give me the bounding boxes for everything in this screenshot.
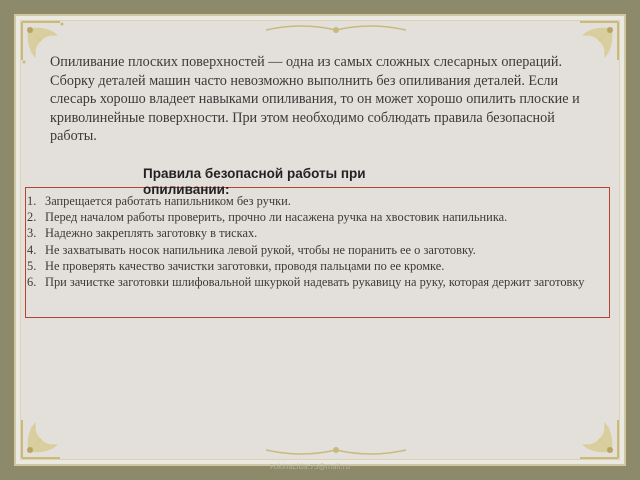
- watermark: FokinaLida.75@mail.ru: [270, 463, 351, 471]
- floral-ornament-icon: [266, 447, 406, 455]
- rule-number: 5.: [27, 258, 37, 273]
- rule-text: Перед началом работы проверить, прочно л…: [45, 210, 508, 225]
- rule-number: 4.: [27, 242, 37, 257]
- intro-line: криволинейные поверхности. При этом необ…: [50, 109, 555, 126]
- rule-text: Надежно закреплять заготовку в тисках.: [45, 226, 258, 241]
- rule-item: 5. Не проверять качество зачистки загото…: [27, 258, 607, 274]
- rule-item: 4. Не захватывать носок напильника левой…: [27, 242, 607, 258]
- intro-line: работы.: [50, 128, 97, 144]
- ornate-corner-icon: [21, 420, 60, 459]
- intro-line: Сборку деталей машин часто невозможно вы…: [50, 72, 559, 89]
- rule-item: 3. Надежно закреплять заготовку в тисках…: [27, 225, 607, 241]
- rule-number: 3.: [27, 226, 37, 241]
- rules-list: 1. Запрещается работать напильником без …: [27, 193, 607, 290]
- rule-item: 6. При зачистке заготовки шлифовальной ш…: [27, 274, 607, 290]
- rule-text: При зачистке заготовки шлифовальной шкур…: [45, 275, 585, 290]
- rule-number: 6.: [27, 275, 37, 290]
- floral-ornament-icon: [266, 25, 406, 33]
- rule-item: 2. Перед началом работы проверить, прочн…: [27, 209, 607, 225]
- intro-paragraph: Опиливание плоских поверхностей — одна и…: [50, 53, 595, 146]
- intro-line: Опиливание плоских поверхностей — одна и…: [50, 54, 563, 70]
- rule-number: 2.: [27, 210, 37, 225]
- rule-text: Не проверять качество зачистки заготовки…: [45, 258, 445, 273]
- rules-heading: Правила безопасной работы при опиливании…: [143, 166, 366, 197]
- intro-line: слесарь хорошо владеет навыками опиливан…: [50, 91, 580, 107]
- rule-number: 1.: [27, 194, 37, 208]
- ornate-corner-icon: [580, 420, 619, 459]
- rule-text: Не захватывать носок напильника левой ру…: [45, 242, 476, 257]
